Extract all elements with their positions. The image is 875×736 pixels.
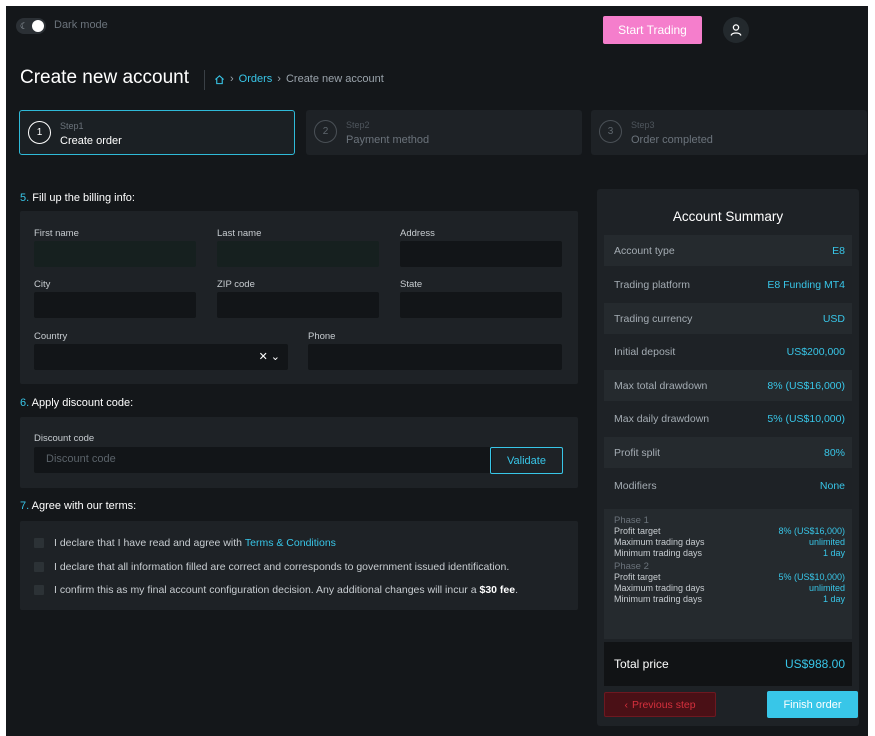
- phone-field[interactable]: [308, 344, 562, 370]
- step-small-label: Step1: [60, 121, 84, 131]
- step-label: Payment method: [346, 134, 430, 146]
- page-title: Create new account: [20, 67, 189, 88]
- city-field[interactable]: [34, 292, 196, 318]
- breadcrumb-orders[interactable]: Orders: [239, 73, 273, 85]
- summary-title: Account Summary: [672, 209, 784, 224]
- discount-code-label: Discount code: [34, 433, 95, 444]
- title-divider: [204, 70, 205, 90]
- terms-agree-row[interactable]: I declare that I have read and agree wit…: [34, 537, 336, 549]
- zip-label: ZIP code: [217, 279, 255, 290]
- summary-row-modifiers: Modifiers None: [614, 479, 845, 492]
- phase-row: Maximum trading days unlimited: [614, 537, 845, 547]
- dark-mode-toggle[interactable]: ☾: [16, 18, 46, 34]
- step-payment-method[interactable]: 2 Step2 Payment method: [306, 110, 582, 155]
- billing-section-title: 5. Fill up the billing info:: [20, 192, 135, 204]
- step-order-completed[interactable]: 3 Step3 Order completed: [591, 110, 867, 155]
- first-name-label: First name: [34, 228, 79, 239]
- phone-label: Phone: [308, 331, 336, 342]
- discount-section-title: 6. Apply discount code:: [20, 397, 134, 409]
- info-correct-checkbox[interactable]: [34, 562, 44, 572]
- summary-row-max-daily-drawdown: Max daily drawdown 5% (US$10,000): [614, 412, 845, 425]
- user-menu-button[interactable]: [723, 17, 749, 43]
- city-label: City: [34, 279, 51, 290]
- step-number: 3: [599, 120, 622, 143]
- breadcrumb-current: Create new account: [285, 73, 384, 85]
- phase-row: Profit target 8% (US$16,000): [614, 526, 845, 536]
- previous-step-button[interactable]: ‹ Previous step: [604, 692, 716, 717]
- total-price-value: US$988.00: [784, 657, 845, 671]
- state-field[interactable]: [400, 292, 562, 318]
- chevron-right-icon: ›: [277, 73, 281, 85]
- terms-agree-checkbox[interactable]: [34, 538, 44, 548]
- home-icon[interactable]: [214, 74, 225, 85]
- summary-row-profit-split: Profit split 80%: [604, 437, 852, 468]
- state-label: State: [400, 279, 423, 290]
- country-label: Country: [34, 331, 68, 342]
- summary-row-trading-platform: Trading platform E8 Funding MT4: [614, 278, 845, 291]
- last-name-label: Last name: [217, 228, 262, 239]
- moon-icon: ☾: [20, 21, 29, 31]
- step-label: Order completed: [631, 134, 713, 146]
- summary-row-initial-deposit: Initial deposit US$200,000: [614, 345, 845, 358]
- phase-row: Minimum trading days 1 day: [614, 594, 845, 604]
- discount-panel: Discount code Discount code Validate: [20, 417, 578, 488]
- summary-row-max-total-drawdown: Max total drawdown 8% (US$16,000): [604, 370, 852, 401]
- user-icon: [730, 24, 742, 36]
- breadcrumb: › Orders › Create new account: [214, 73, 384, 85]
- phase-row: Maximum trading days unlimited: [614, 583, 845, 593]
- phase-2-heading: Phase 2: [614, 561, 649, 572]
- info-correct-row[interactable]: I declare that all information filled ar…: [34, 561, 509, 573]
- terms-link[interactable]: Terms & Conditions: [245, 537, 336, 549]
- validate-button[interactable]: Validate: [490, 447, 563, 474]
- address-label: Address: [400, 228, 435, 239]
- phase-row: Profit target 5% (US$10,000): [614, 572, 845, 582]
- clear-icon[interactable]: ✕: [259, 350, 268, 363]
- step-number: 2: [314, 120, 337, 143]
- step-small-label: Step3: [631, 120, 655, 130]
- finish-order-button[interactable]: Finish order: [767, 691, 858, 718]
- app-window: ☾ Dark mode Start Trading Create new acc…: [6, 6, 868, 736]
- total-price-row: Total price US$988.00: [604, 642, 852, 686]
- chevron-down-icon[interactable]: ⌄: [271, 350, 280, 363]
- discount-code-input[interactable]: Discount code: [34, 447, 492, 473]
- first-name-field[interactable]: [34, 241, 196, 267]
- chevron-left-icon: ‹: [624, 698, 628, 711]
- last-name-field[interactable]: [217, 241, 379, 267]
- summary-row-account-type: Account type E8: [604, 235, 852, 266]
- phase-1-heading: Phase 1: [614, 515, 649, 526]
- step-number: 1: [28, 121, 51, 144]
- account-summary: Account Summary Account type E8 Trading …: [597, 189, 859, 726]
- top-bar: ☾ Dark mode Start Trading: [6, 6, 868, 50]
- step-create-order[interactable]: 1 Step1 Create order: [19, 110, 295, 155]
- final-config-row[interactable]: I confirm this as my final account confi…: [34, 584, 518, 596]
- phases-block: Phase 1 Profit target 8% (US$16,000) Max…: [604, 509, 852, 639]
- zip-field[interactable]: [217, 292, 379, 318]
- phase-row: Minimum trading days 1 day: [614, 548, 845, 558]
- dark-mode-label: Dark mode: [54, 19, 108, 31]
- start-trading-button[interactable]: Start Trading: [603, 16, 702, 44]
- address-field[interactable]: [400, 241, 562, 267]
- country-select[interactable]: ✕ ⌄: [34, 344, 288, 370]
- terms-panel: I declare that I have read and agree wit…: [20, 521, 578, 610]
- chevron-right-icon: ›: [230, 73, 234, 85]
- terms-section-title: 7. Agree with our terms:: [20, 500, 137, 512]
- billing-panel: First name Last name Address City ZIP co…: [20, 211, 578, 384]
- step-label: Create order: [60, 135, 122, 147]
- final-config-checkbox[interactable]: [34, 585, 44, 595]
- total-price-label: Total price: [614, 657, 669, 671]
- toggle-knob: [32, 20, 44, 32]
- step-small-label: Step2: [346, 120, 370, 130]
- summary-row-trading-currency: Trading currency USD: [604, 303, 852, 334]
